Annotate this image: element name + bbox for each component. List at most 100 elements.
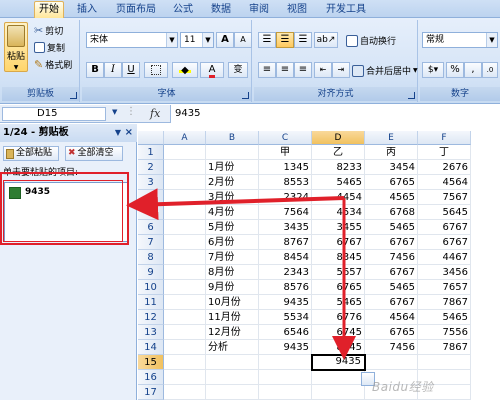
tab-insert[interactable]: 插入 — [72, 1, 102, 18]
cell[interactable]: 8月份 — [206, 265, 259, 280]
cell[interactable] — [164, 250, 206, 265]
border-button[interactable] — [144, 62, 168, 78]
cell[interactable]: 6765 — [312, 280, 365, 295]
align-left-button[interactable]: ≡ — [258, 62, 276, 78]
cell[interactable]: 6767 — [312, 235, 365, 250]
font-name-select[interactable]: 宋体 ▼ — [86, 32, 178, 48]
cell[interactable]: 丙 — [365, 145, 418, 160]
align-bottom-button[interactable]: ☰ — [294, 32, 312, 48]
cell[interactable]: 3月份 — [206, 190, 259, 205]
percent-button[interactable]: % — [446, 62, 464, 78]
cell[interactable]: 4467 — [418, 250, 471, 265]
column-header-e[interactable]: E — [365, 131, 418, 145]
font-dialog-launcher-icon[interactable] — [242, 92, 249, 99]
cell[interactable]: 8576 — [259, 280, 312, 295]
row-header[interactable]: 12 — [138, 310, 164, 325]
merge-center-button[interactable]: 合并后居中 ▼ — [352, 64, 418, 77]
column-header-a[interactable]: A — [164, 131, 206, 145]
cell[interactable]: 8454 — [259, 250, 312, 265]
cell[interactable] — [164, 325, 206, 340]
cell[interactable]: 5657 — [312, 265, 365, 280]
cell[interactable]: 甲 — [259, 145, 312, 160]
cell[interactable]: 6765 — [365, 175, 418, 190]
select-all-corner[interactable] — [138, 131, 164, 145]
increase-decimal-button[interactable]: .0 — [482, 62, 498, 78]
decrease-indent-button[interactable]: ⇤ — [314, 62, 332, 78]
cell[interactable]: 4564 — [365, 310, 418, 325]
cell[interactable]: 6月份 — [206, 235, 259, 250]
increase-indent-button[interactable]: ⇥ — [332, 62, 350, 78]
number-format-select[interactable]: 常规 ▼ — [422, 32, 498, 48]
cell[interactable] — [164, 355, 206, 370]
cell[interactable] — [206, 385, 259, 400]
cell[interactable]: 5月份 — [206, 220, 259, 235]
cell[interactable]: 3454 — [365, 160, 418, 175]
cell[interactable]: 7567 — [418, 190, 471, 205]
column-header-c[interactable]: C — [259, 131, 312, 145]
cell[interactable]: 4564 — [418, 175, 471, 190]
cell[interactable] — [164, 265, 206, 280]
cell[interactable]: 6546 — [259, 325, 312, 340]
pane-options-icon[interactable]: ▼ — [115, 124, 121, 142]
cell[interactable] — [164, 175, 206, 190]
cell[interactable]: 8233 — [312, 160, 365, 175]
tab-page-layout[interactable]: 页面布局 — [110, 1, 162, 18]
cell[interactable]: 1345 — [259, 160, 312, 175]
row-header[interactable]: 5 — [138, 205, 164, 220]
cell[interactable]: 丁 — [418, 145, 471, 160]
cell[interactable]: 6767 — [418, 220, 471, 235]
cell[interactable]: 2343 — [259, 265, 312, 280]
cell[interactable]: 4534 — [312, 205, 365, 220]
cell[interactable]: 3455 — [312, 220, 365, 235]
cell[interactable]: 6745 — [312, 325, 365, 340]
name-box[interactable]: D15 — [2, 107, 106, 121]
cell[interactable]: 6767 — [365, 235, 418, 250]
cell[interactable] — [164, 385, 206, 400]
tab-developer[interactable]: 开发工具 — [320, 1, 372, 18]
row-header[interactable]: 13 — [138, 325, 164, 340]
cell[interactable]: 5465 — [365, 220, 418, 235]
row-header[interactable]: 16 — [138, 370, 164, 385]
cell[interactable] — [164, 205, 206, 220]
cell[interactable]: 6776 — [312, 310, 365, 325]
cell[interactable]: 7456 — [365, 250, 418, 265]
cell[interactable]: 分析 — [206, 340, 259, 355]
cell[interactable] — [164, 235, 206, 250]
paste-button[interactable]: 粘贴 ▼ — [4, 22, 28, 72]
fill-color-button[interactable]: ◆ — [172, 62, 198, 78]
align-right-button[interactable]: ≡ — [294, 62, 312, 78]
tab-home[interactable]: 开始 — [34, 1, 64, 18]
clear-all-button[interactable]: ✖ 全部清空 — [65, 146, 123, 161]
underline-button[interactable]: U — [122, 62, 140, 78]
row-header[interactable]: 3 — [138, 175, 164, 190]
cell[interactable] — [164, 160, 206, 175]
insert-function-icon[interactable]: fx — [150, 107, 160, 120]
cell[interactable]: 3435 — [259, 220, 312, 235]
cell[interactable]: 5465 — [418, 310, 471, 325]
cell[interactable] — [164, 310, 206, 325]
cell[interactable]: 4月份 — [206, 205, 259, 220]
cell[interactable]: 8767 — [259, 235, 312, 250]
align-middle-button[interactable]: ☰ — [276, 32, 294, 48]
cell[interactable] — [312, 385, 365, 400]
cell[interactable] — [164, 190, 206, 205]
row-header[interactable]: 15 — [138, 355, 164, 370]
cell[interactable]: 2月份 — [206, 175, 259, 190]
phonetic-button[interactable]: 变 — [228, 62, 248, 78]
cell[interactable] — [259, 355, 312, 370]
row-header[interactable]: 2 — [138, 160, 164, 175]
cell[interactable]: 1月份 — [206, 160, 259, 175]
orientation-button[interactable]: ab↗ — [314, 32, 338, 48]
row-header[interactable]: 14 — [138, 340, 164, 355]
cell[interactable]: 2324 — [259, 190, 312, 205]
row-header[interactable]: 10 — [138, 280, 164, 295]
italic-button[interactable]: I — [104, 62, 122, 78]
bold-button[interactable]: B — [86, 62, 104, 78]
cell[interactable]: 7657 — [418, 280, 471, 295]
cell[interactable] — [164, 370, 206, 385]
tab-formulas[interactable]: 公式 — [168, 1, 198, 18]
cell[interactable]: 10月份 — [206, 295, 259, 310]
paste-all-button[interactable]: 全部粘贴 — [3, 146, 59, 161]
row-header[interactable]: 6 — [138, 220, 164, 235]
close-icon[interactable]: × — [125, 124, 133, 142]
